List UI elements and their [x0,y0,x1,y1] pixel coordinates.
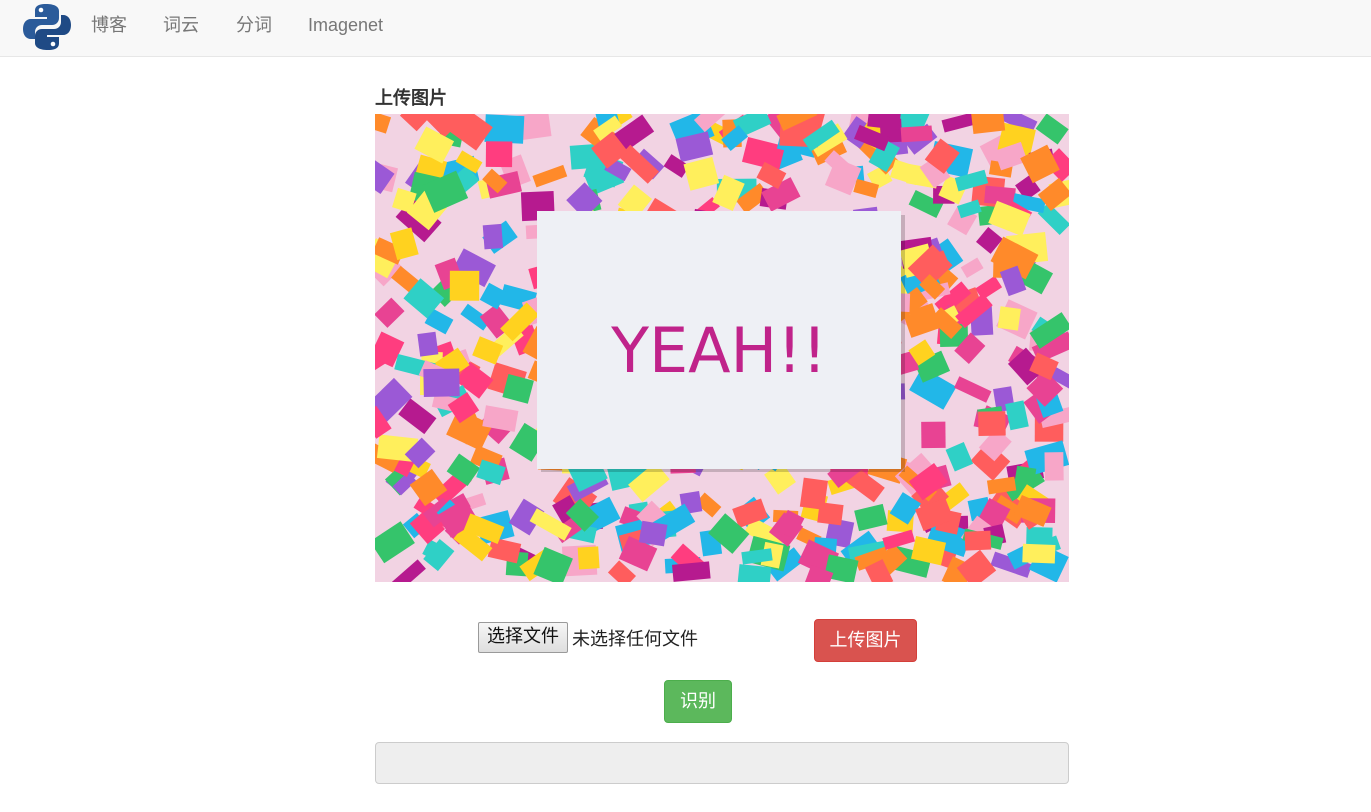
confetti-piece [485,141,513,168]
confetti-piece [1022,543,1056,564]
confetti-piece [799,477,828,510]
confetti-piece [997,306,1021,331]
nav-link-blog[interactable]: 博客 [91,14,127,36]
upload-button[interactable]: 上传图片 [814,619,917,662]
recognize-button[interactable]: 识别 [664,680,732,723]
preview-text: YEAH!! [610,314,827,387]
confetti-piece [482,223,504,250]
choose-file-button[interactable]: 选择文件 [478,622,568,653]
confetti-piece [978,411,1006,437]
confetti-piece [964,530,992,551]
confetti-piece [671,561,711,582]
confetti-piece [423,368,460,397]
nav-link-segmentation[interactable]: 分词 [236,14,272,36]
confetti-piece [900,125,933,143]
python-logo-icon[interactable] [21,1,73,53]
nav-link-wordcloud[interactable]: 词云 [163,14,199,36]
confetti-piece [417,331,439,357]
result-output-field[interactable] [375,742,1069,784]
page-title: 上传图片 [375,88,447,108]
file-status-text: 未选择任何文件 [572,629,698,650]
confetti-piece [1044,452,1064,481]
uploaded-image-preview: YEAH!! [375,114,1069,582]
confetti-piece [638,520,668,547]
nav-link-imagenet[interactable]: Imagenet [308,14,383,36]
confetti-piece [449,270,480,301]
confetti-piece [921,421,946,449]
top-navbar: 博客 词云 分词 Imagenet [0,0,1371,57]
confetti-piece [577,546,600,570]
